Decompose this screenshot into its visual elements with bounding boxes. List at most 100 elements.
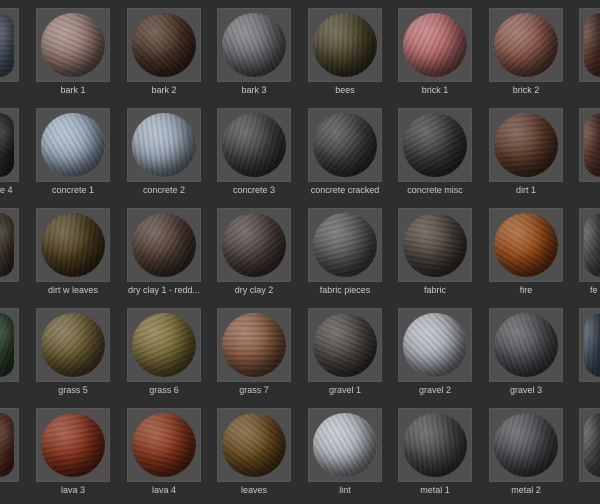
material-thumbnail[interactable]	[127, 208, 201, 282]
material-label: fabric pieces	[319, 285, 371, 295]
material-sphere-preview	[41, 13, 105, 77]
material-item[interactable]: dry clay 2	[217, 208, 291, 304]
material-item[interactable]: gravel 3	[489, 308, 563, 404]
material-sphere-preview	[494, 13, 558, 77]
material-label: e 4	[0, 185, 13, 195]
material-item[interactable]: metal 1	[398, 408, 472, 504]
material-thumbnail[interactable]	[398, 408, 472, 482]
material-thumbnail[interactable]	[0, 108, 19, 182]
material-label: bark 2	[151, 85, 177, 95]
material-item[interactable]: grass 7	[217, 308, 291, 404]
material-item[interactable]	[0, 408, 19, 504]
material-item[interactable]: bees	[308, 8, 382, 104]
material-thumbnail[interactable]	[579, 308, 600, 382]
material-thumbnail[interactable]	[0, 8, 19, 82]
material-thumbnail[interactable]	[489, 208, 563, 282]
material-item[interactable]: dry clay 1 - redd...	[127, 208, 201, 304]
material-sphere-preview	[313, 313, 377, 377]
material-item[interactable]: lava 3	[36, 408, 110, 504]
material-item[interactable]: e 4	[0, 108, 19, 204]
material-item[interactable]: leaves	[217, 408, 291, 504]
material-thumbnail[interactable]	[308, 208, 382, 282]
material-item[interactable]: concrete misc	[398, 108, 472, 204]
material-item[interactable]	[579, 308, 600, 404]
material-sphere-preview	[222, 113, 286, 177]
material-item[interactable]: fabric pieces	[308, 208, 382, 304]
material-thumbnail[interactable]	[308, 8, 382, 82]
material-item[interactable]: concrete 3	[217, 108, 291, 204]
material-thumbnail[interactable]	[217, 408, 291, 482]
material-item[interactable]: brick 2	[489, 8, 563, 104]
material-thumbnail[interactable]	[127, 308, 201, 382]
material-thumbnail[interactable]	[489, 8, 563, 82]
material-item[interactable]: bark 3	[217, 8, 291, 104]
material-thumbnail[interactable]	[398, 108, 472, 182]
material-sphere-preview	[132, 113, 196, 177]
material-thumbnail[interactable]	[308, 308, 382, 382]
material-thumbnail[interactable]	[127, 408, 201, 482]
material-thumbnail[interactable]	[0, 208, 19, 282]
material-item[interactable]: dirt 1	[489, 108, 563, 204]
material-thumbnail[interactable]	[36, 308, 110, 382]
material-thumbnail[interactable]	[217, 8, 291, 82]
material-thumbnail[interactable]	[579, 108, 600, 182]
material-thumbnail[interactable]	[217, 308, 291, 382]
material-thumbnail[interactable]	[0, 308, 19, 382]
material-thumbnail[interactable]	[36, 208, 110, 282]
material-item[interactable]	[579, 8, 600, 104]
material-label: metal 2	[511, 485, 541, 495]
material-item[interactable]: lint	[308, 408, 382, 504]
material-thumbnail[interactable]	[398, 8, 472, 82]
material-sphere-preview	[41, 313, 105, 377]
material-item[interactable]: gravel 2	[398, 308, 472, 404]
material-item[interactable]: concrete 1	[36, 108, 110, 204]
material-item[interactable]: fire	[489, 208, 563, 304]
material-item[interactable]	[579, 408, 600, 504]
material-thumbnail[interactable]	[579, 8, 600, 82]
material-item[interactable]	[0, 308, 19, 404]
material-sphere-preview	[313, 213, 377, 277]
material-thumbnail[interactable]	[579, 208, 600, 282]
material-item[interactable]	[0, 208, 19, 304]
material-thumbnail[interactable]	[489, 108, 563, 182]
material-thumbnail[interactable]	[36, 108, 110, 182]
material-thumbnail[interactable]	[308, 108, 382, 182]
material-item[interactable]: metal 2	[489, 408, 563, 504]
material-thumbnail[interactable]	[579, 408, 600, 482]
material-thumbnail[interactable]	[36, 408, 110, 482]
material-item[interactable]: concrete cracked	[308, 108, 382, 204]
material-item[interactable]	[579, 108, 600, 204]
material-thumbnail[interactable]	[489, 408, 563, 482]
material-label: dry clay 2	[234, 285, 274, 295]
material-sphere-preview	[222, 313, 286, 377]
material-item[interactable]: concrete 2	[127, 108, 201, 204]
material-item[interactable]: fe	[579, 208, 600, 304]
material-thumbnail[interactable]	[217, 208, 291, 282]
material-item[interactable]: grass 6	[127, 308, 201, 404]
material-item[interactable]: lava 4	[127, 408, 201, 504]
material-sphere-preview	[132, 413, 196, 477]
material-thumbnail[interactable]	[489, 308, 563, 382]
material-item[interactable]: dirt w leaves	[36, 208, 110, 304]
material-sphere-preview	[41, 113, 105, 177]
material-item[interactable]: brick 1	[398, 8, 472, 104]
material-thumbnail[interactable]	[217, 108, 291, 182]
material-item[interactable]	[0, 8, 19, 104]
material-label: bees	[335, 85, 355, 95]
material-label: brick 1	[421, 85, 449, 95]
material-sphere-preview	[313, 413, 377, 477]
material-label: fe	[590, 285, 598, 295]
material-item[interactable]: fabric	[398, 208, 472, 304]
material-thumbnail[interactable]	[398, 208, 472, 282]
material-thumbnail[interactable]	[36, 8, 110, 82]
material-thumbnail[interactable]	[0, 408, 19, 482]
material-thumbnail[interactable]	[127, 8, 201, 82]
material-thumbnail[interactable]	[127, 108, 201, 182]
material-thumbnail[interactable]	[398, 308, 472, 382]
material-item[interactable]: bark 1	[36, 8, 110, 104]
material-item[interactable]: grass 5	[36, 308, 110, 404]
material-item[interactable]: bark 2	[127, 8, 201, 104]
material-label: bark 3	[241, 85, 267, 95]
material-item[interactable]: gravel 1	[308, 308, 382, 404]
material-thumbnail[interactable]	[308, 408, 382, 482]
